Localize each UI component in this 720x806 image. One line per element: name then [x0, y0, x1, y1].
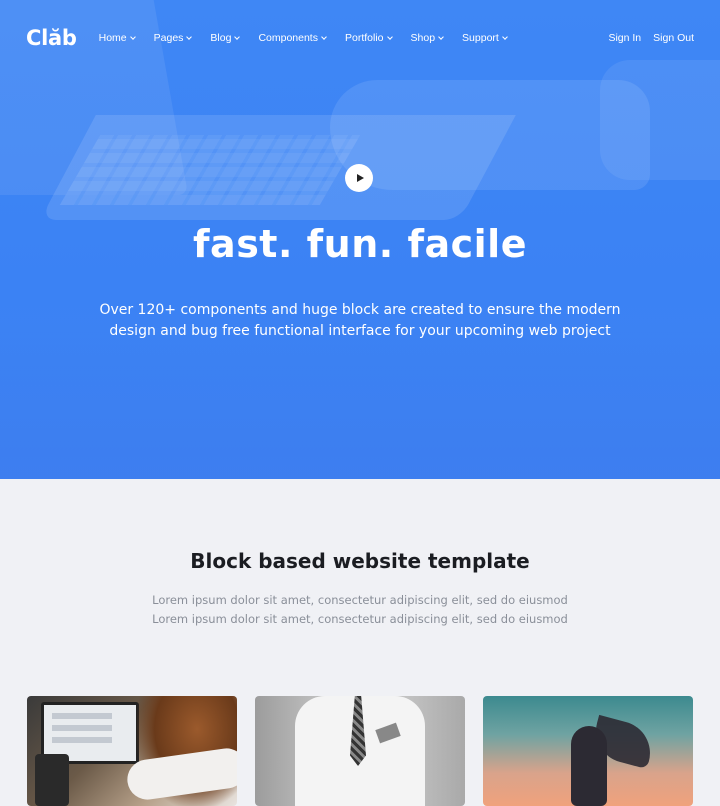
sign-in-link[interactable]: Sign In [608, 32, 641, 44]
chevron-down-icon [129, 34, 136, 40]
card-image-suit-man[interactable] [255, 696, 465, 806]
sign-out-link[interactable]: Sign Out [653, 32, 694, 44]
menu-item-portfolio[interactable]: Portfolio [344, 32, 393, 44]
menu-item-label: Portfolio [344, 32, 384, 44]
chevron-down-icon [234, 34, 241, 40]
menu-item-support[interactable]: Support [462, 32, 508, 44]
menu-item-blog[interactable]: Blog [210, 32, 241, 44]
chevron-down-icon [186, 34, 193, 40]
features-section: Block based website template Lorem ipsum… [0, 479, 720, 806]
logo[interactable]: Clăb [26, 26, 77, 50]
menu-item-label: Blog [210, 32, 232, 44]
play-video-button[interactable] [345, 164, 373, 192]
menu-item-shop[interactable]: Shop [411, 32, 444, 44]
menu-item-components[interactable]: Components [258, 32, 327, 44]
card-image-sunset-woman[interactable] [483, 696, 693, 806]
hero-title: fast. fun. facile [193, 222, 527, 266]
hero-subtitle: Over 120+ components and huge block are … [99, 302, 621, 339]
image-cards [27, 696, 693, 806]
section-description: Lorem ipsum dolor sit amet, consectetur … [152, 593, 568, 626]
section-title: Block based website template [190, 549, 530, 573]
chevron-down-icon [438, 34, 444, 40]
main-menu: Home Pages Blog Components Portfolio Sho… [99, 32, 526, 44]
chevron-down-icon [321, 34, 327, 40]
menu-item-home[interactable]: Home [98, 32, 136, 44]
menu-item-label: Shop [410, 32, 436, 44]
menu-item-label: Support [462, 32, 499, 44]
chevron-down-icon [386, 34, 393, 40]
card-image-laptop-workspace[interactable] [27, 696, 237, 806]
menu-item-label: Components [258, 32, 318, 44]
menu-item-label: Pages [153, 32, 184, 44]
auth-links: Sign In Sign Out [608, 32, 694, 44]
top-navigation: Clăb Home Pages Blog Components Portfoli… [0, 0, 720, 76]
menu-item-pages[interactable]: Pages [153, 32, 193, 44]
chevron-down-icon [501, 34, 508, 40]
hero-section: Clăb Home Pages Blog Components Portfoli… [0, 0, 720, 479]
play-icon [356, 174, 364, 182]
menu-item-label: Home [98, 32, 127, 44]
